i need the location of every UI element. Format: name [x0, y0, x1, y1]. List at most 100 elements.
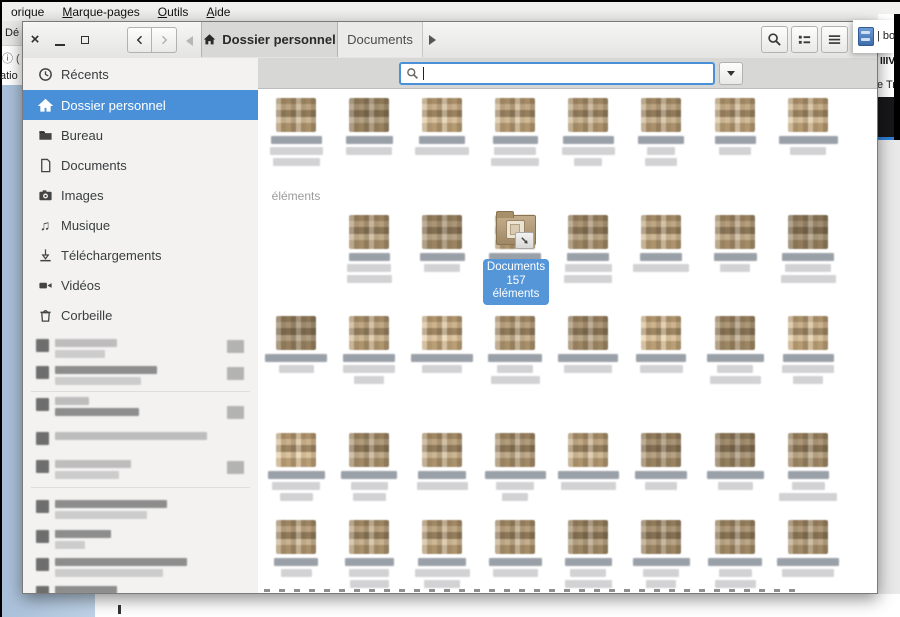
site-logo-cut: IIIV: [880, 56, 895, 67]
tab-scroll-right-button[interactable]: [429, 35, 436, 45]
file-grid: Documents 157 éléments éléments: [258, 89, 877, 593]
sidebar-item-redacted[interactable]: [23, 585, 258, 593]
folder-icon: [349, 316, 389, 350]
sidebar-item-redacted[interactable]: [23, 397, 258, 423]
sidebar-label: Vidéos: [61, 278, 101, 293]
home-icon: [37, 97, 53, 113]
menu-aide[interactable]: Aide: [197, 5, 239, 19]
eject-button[interactable]: [227, 367, 244, 380]
file-item-label: Documents 157 éléments: [483, 259, 549, 305]
folder-icon: [37, 127, 53, 143]
folder-icon: [788, 433, 828, 467]
archive-icon[interactable]: [858, 27, 874, 46]
sidebar-item-redacted[interactable]: [23, 365, 258, 391]
search-button[interactable]: [761, 26, 788, 53]
menu-button[interactable]: [821, 26, 848, 53]
folder-icon: [422, 316, 462, 350]
folder-icon: [788, 520, 828, 554]
folder-icon: [568, 520, 608, 554]
header-bar: × Dossier personnel Documents: [23, 22, 877, 59]
folder-icon: [788, 98, 828, 132]
bookmark-text-cut: | bo: [877, 30, 895, 42]
sidebar-label: Bureau: [61, 128, 103, 143]
sidebar-item-redacted[interactable]: [23, 557, 258, 583]
document-icon: [37, 157, 53, 173]
folder-icon: [422, 433, 462, 467]
tab-scroll-left-button[interactable]: [186, 36, 193, 46]
info-icon[interactable]: ⓘ (: [2, 50, 20, 66]
folder-icon: [715, 316, 755, 350]
sidebar-label: Récents: [61, 67, 109, 82]
search-options-dropdown[interactable]: [719, 62, 743, 85]
tab-label: Documents: [347, 32, 413, 47]
sidebar-label: Corbeille: [61, 308, 112, 323]
close-button[interactable]: ×: [26, 22, 44, 58]
redacted-icon: [36, 586, 49, 593]
tab-label: Dossier personnel: [222, 32, 335, 47]
search-toolbar: [258, 58, 877, 89]
redacted-icon: [36, 500, 49, 513]
tab-dossier-personnel[interactable]: Dossier personnel: [201, 22, 338, 57]
home-icon: [203, 33, 216, 46]
back-button[interactable]: [127, 27, 152, 53]
sidebar-item-telechargements[interactable]: Téléchargements: [23, 240, 258, 270]
sidebar-item-bureau[interactable]: Bureau: [23, 120, 258, 150]
maximize-button[interactable]: [81, 36, 89, 44]
folder-icon: [276, 433, 316, 467]
eject-button[interactable]: [227, 461, 244, 474]
sidebar-item-documents[interactable]: Documents: [23, 150, 258, 180]
folder-icon: [568, 316, 608, 350]
sidebar-item-redacted[interactable]: [23, 529, 258, 555]
sidebar-item-images[interactable]: Images: [23, 180, 258, 210]
bookmark-item-cut[interactable]: Dé: [5, 27, 19, 39]
sidebar-item-dossier-personnel[interactable]: Dossier personnel: [23, 90, 258, 120]
sidebar-label: Dossier personnel: [61, 98, 166, 113]
shortcut-arrow-emblem: [515, 232, 534, 249]
folder-icon: [715, 433, 755, 467]
folder-icon: [349, 98, 389, 132]
tab-documents[interactable]: Documents: [338, 22, 423, 57]
screen: orique Marque-pages Outils Aide Dé ⓘ ( a…: [0, 0, 900, 617]
menu-outils[interactable]: Outils: [149, 5, 198, 19]
sidebar-item-redacted[interactable]: [23, 499, 258, 525]
sidebar-item-videos[interactable]: Vidéos: [23, 270, 258, 300]
folder-icon: [422, 520, 462, 554]
folder-icon: [641, 316, 681, 350]
folder-icon: [641, 98, 681, 132]
page-text-cursor: [118, 605, 121, 614]
folder-icon: [495, 520, 535, 554]
minimize-button[interactable]: [55, 44, 65, 46]
folder-icon: [349, 215, 389, 249]
sidebar-item-recents[interactable]: Récents: [23, 59, 258, 89]
folder-icon: [422, 215, 462, 249]
redacted-icon: [36, 558, 49, 571]
menu-historique[interactable]: orique: [2, 5, 53, 19]
sidebar-separator: [31, 487, 250, 488]
folder-icon: [715, 98, 755, 132]
list-view-icon: [797, 32, 812, 47]
sidebar-item-musique[interactable]: ♫ Musique: [23, 210, 258, 240]
redacted-icon: [36, 432, 49, 445]
folder-icon: [495, 433, 535, 467]
redacted-icon: [36, 530, 49, 543]
eject-button[interactable]: [227, 340, 244, 353]
eject-button[interactable]: [227, 406, 244, 419]
hamburger-icon: [827, 32, 842, 47]
folder-icon: [276, 98, 316, 132]
redacted-icon: [36, 339, 49, 352]
search-input[interactable]: [399, 62, 715, 85]
text-cursor: [423, 67, 424, 80]
view-list-button[interactable]: [791, 26, 818, 53]
menu-marque-pages[interactable]: Marque-pages: [53, 5, 148, 19]
folder-icon: [422, 98, 462, 132]
search-icon: [767, 32, 782, 47]
sidebar-item-redacted[interactable]: [23, 338, 258, 364]
sidebar-item-redacted[interactable]: [23, 431, 258, 457]
music-icon: ♫: [37, 217, 53, 233]
sidebar: Récents Dossier personnel Bureau Documen…: [23, 58, 259, 593]
file-manager-window: × Dossier personnel Documents: [22, 21, 878, 594]
sidebar-item-corbeille[interactable]: Corbeille: [23, 300, 258, 330]
sidebar-item-redacted[interactable]: [23, 459, 258, 485]
forward-button[interactable]: [152, 27, 177, 53]
sidebar-separator: [31, 391, 250, 392]
